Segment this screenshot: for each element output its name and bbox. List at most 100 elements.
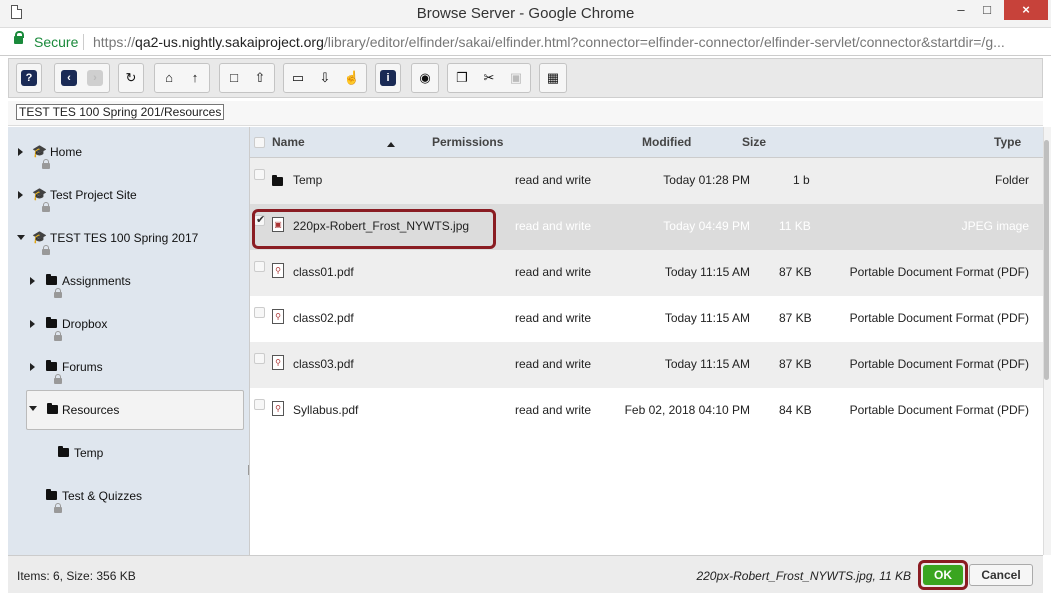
toolbar-group-file: ▭ ⇩ ☝ <box>283 63 367 93</box>
row-checkbox[interactable] <box>254 261 265 272</box>
folder-tree: 🎓 Home 🎓 Test Project Site 🎓 TEST TES 10… <box>8 127 251 555</box>
header-modified[interactable]: Modified <box>642 135 691 149</box>
file-modified: Feb 02, 2018 04:10 PM <box>624 403 750 417</box>
home-icon[interactable]: ⌂ <box>159 68 179 88</box>
select-icon[interactable]: ☝ <box>342 68 362 88</box>
tree-label: Resources <box>62 403 120 417</box>
file-name: Temp <box>293 173 323 187</box>
file-permissions: read and write <box>515 311 592 325</box>
folder-open-icon <box>47 403 58 414</box>
elfinder-toolbar: ? ‹ › ↻ ⌂ ↑ □ ⇧ ▭ ⇩ ☝ i ◉ ❐ ✂ ▣ ▦ <box>8 58 1043 98</box>
toolbar-group-info: i <box>375 63 401 93</box>
download-icon[interactable]: ⇩ <box>315 68 335 88</box>
file-row-syllabus[interactable]: ⚲ Syllabus.pdf read and write Feb 02, 20… <box>250 388 1043 434</box>
row-checkbox[interactable] <box>254 169 265 180</box>
file-modified: Today 01:28 PM <box>663 173 750 187</box>
file-row-temp[interactable]: Temp read and write Today 01:28 PM 1 b F… <box>250 158 1043 204</box>
forward-icon[interactable]: › <box>87 70 103 86</box>
file-row-class01[interactable]: ⚲ class01.pdf read and write Today 11:15… <box>250 250 1043 296</box>
tree-item-test-project-site[interactable]: 🎓 Test Project Site <box>8 178 250 218</box>
tree-item-resources[interactable]: Resources <box>26 390 244 430</box>
up-icon[interactable]: ↑ <box>185 68 205 88</box>
tree-item-dropbox[interactable]: Dropbox <box>8 307 250 347</box>
tree-item-test-quizzes[interactable]: Test & Quizzes <box>8 479 250 519</box>
tree-item-home[interactable]: 🎓 Home <box>8 135 250 175</box>
file-modified: Today 04:49 PM <box>663 219 750 233</box>
new-folder-icon[interactable]: □ <box>224 68 244 88</box>
expand-arrow-icon[interactable] <box>30 320 35 328</box>
file-permissions: read and write <box>515 403 592 417</box>
toolbar-group-reload: ↻ <box>118 63 144 93</box>
pdf-file-icon: ⚲ <box>272 355 284 370</box>
info-icon[interactable]: i <box>380 70 396 86</box>
view-icon[interactable]: ▦ <box>543 68 563 88</box>
tree-item-temp[interactable]: Temp <box>8 436 250 476</box>
select-all-checkbox[interactable] <box>254 137 265 148</box>
tree-label: Dropbox <box>62 317 108 331</box>
folder-icon <box>272 175 283 186</box>
pdf-file-icon: ⚲ <box>272 401 284 416</box>
cancel-button[interactable]: Cancel <box>969 564 1033 586</box>
lock-icon <box>42 202 50 212</box>
row-checkbox[interactable] <box>254 353 265 364</box>
file-row-class02[interactable]: ⚲ class02.pdf read and write Today 11:15… <box>250 296 1043 342</box>
file-permissions: read and write <box>515 219 592 233</box>
expand-arrow-icon[interactable] <box>30 277 35 285</box>
cut-icon[interactable]: ✂ <box>479 68 499 88</box>
lock-icon <box>42 245 50 255</box>
reload-icon[interactable]: ↻ <box>121 68 141 88</box>
maximize-button[interactable]: □ <box>976 0 998 20</box>
open-icon[interactable]: ▭ <box>288 68 308 88</box>
collapse-arrow-icon[interactable] <box>17 235 25 240</box>
toolbar-group-create: □ ⇧ <box>219 63 275 93</box>
expand-arrow-icon[interactable] <box>18 148 23 156</box>
list-header: Name Permissions Modified Size Type <box>250 127 1043 158</box>
close-button[interactable]: × <box>1004 0 1048 20</box>
row-checkbox[interactable] <box>254 399 265 410</box>
toolbar-group-edit: ❐ ✂ ▣ <box>447 63 531 93</box>
file-modified: Today 11:15 AM <box>664 311 750 325</box>
header-type[interactable]: Type <box>994 135 1021 149</box>
file-size: 87 KB <box>779 265 812 279</box>
folder-icon <box>46 489 57 500</box>
row-checkbox[interactable] <box>254 307 265 318</box>
scrollbar-thumb[interactable] <box>1044 140 1049 380</box>
lock-icon <box>54 288 62 298</box>
tree-label: Assignments <box>62 274 131 288</box>
toolbar-group-view: ▦ <box>539 63 567 93</box>
tree-item-forums[interactable]: Forums <box>8 350 250 390</box>
file-name: Syllabus.pdf <box>293 403 359 417</box>
ok-button[interactable]: OK <box>923 565 963 585</box>
expand-arrow-icon[interactable] <box>18 191 23 199</box>
copy-icon[interactable]: ❐ <box>452 68 472 88</box>
items-summary: Items: 6, Size: 356 KB <box>17 569 136 583</box>
help-icon[interactable]: ? <box>21 70 37 86</box>
header-size[interactable]: Size <box>742 135 766 149</box>
file-modified: Today 11:15 AM <box>664 265 750 279</box>
expand-arrow-icon[interactable] <box>30 363 35 371</box>
file-row-robert-frost[interactable]: ✔ ▣ 220px-Robert_Frost_NYWTS.jpg read an… <box>250 204 1043 250</box>
upload-icon[interactable]: ⇧ <box>250 68 270 88</box>
path-bar: TEST TES 100 Spring 201/Resources <box>8 101 1043 126</box>
address-separator <box>83 34 84 50</box>
file-modified: Today 11:15 AM <box>664 357 750 371</box>
paste-icon[interactable]: ▣ <box>506 68 526 88</box>
site-icon: 🎓 <box>32 144 47 158</box>
file-permissions: read and write <box>515 357 592 371</box>
current-path[interactable]: TEST TES 100 Spring 201/Resources <box>16 104 225 120</box>
url-scheme: https:// <box>93 34 136 50</box>
tree-item-assignments[interactable]: Assignments <box>8 264 250 304</box>
header-name[interactable]: Name <box>272 135 305 149</box>
tree-label: Test Project Site <box>50 188 137 202</box>
header-permissions[interactable]: Permissions <box>432 135 503 149</box>
folder-icon <box>58 446 69 457</box>
file-row-class03[interactable]: ⚲ class03.pdf read and write Today 11:15… <box>250 342 1043 388</box>
file-type: Portable Document Format (PDF) <box>849 357 1029 371</box>
preview-icon[interactable]: ◉ <box>415 68 435 88</box>
url-text[interactable]: https://qa2-us.nightly.sakaiproject.org/… <box>93 34 1043 50</box>
tree-item-test-tes-100[interactable]: 🎓 TEST TES 100 Spring 2017 <box>8 221 250 261</box>
back-icon[interactable]: ‹ <box>61 70 77 86</box>
collapse-arrow-icon[interactable] <box>29 406 37 411</box>
minimize-button[interactable]: – <box>950 0 972 20</box>
address-bar[interactable]: Secure https://qa2-us.nightly.sakaiproje… <box>0 28 1051 56</box>
